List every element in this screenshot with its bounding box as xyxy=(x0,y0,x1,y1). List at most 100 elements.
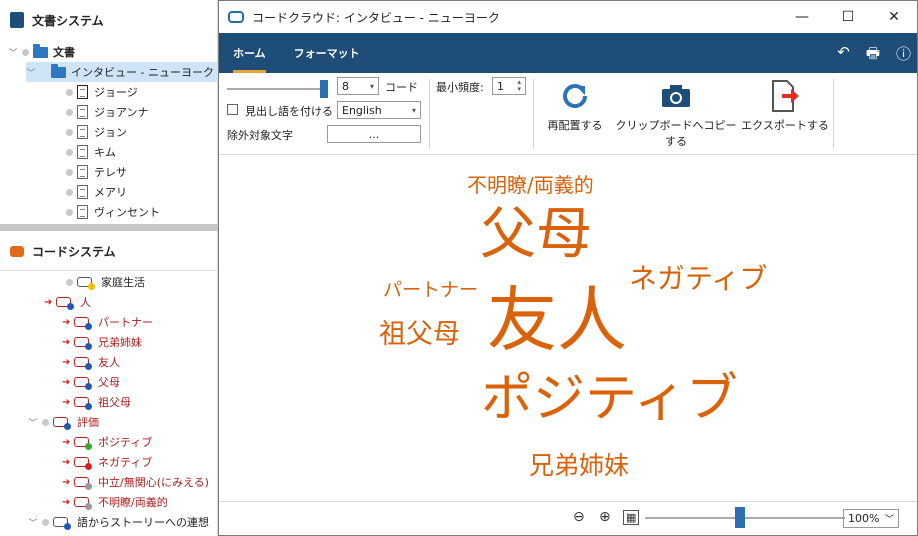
activated-arrow-icon: ➜ xyxy=(62,496,71,508)
chevron-down-icon[interactable]: ﹀ xyxy=(8,46,18,59)
maximize-icon[interactable]: ☐ xyxy=(825,9,871,25)
exclude-button-label: ... xyxy=(368,127,380,141)
tree-document[interactable]: キム xyxy=(66,142,116,162)
undo-icon[interactable]: ↶ xyxy=(837,43,850,68)
activated-arrow-icon: ➜ xyxy=(62,396,71,408)
cloud-word[interactable]: 祖父母 xyxy=(379,321,460,348)
code-label: 兄弟姉妹 xyxy=(98,336,142,349)
tree-document[interactable]: メアリ xyxy=(66,182,127,202)
code-icon xyxy=(77,277,95,290)
status-dot xyxy=(66,188,73,196)
export-button[interactable]: エクスポートする xyxy=(741,79,829,133)
spinner-arrows-icon[interactable]: ▴ ▾ xyxy=(517,79,521,93)
chevron-down-icon[interactable]: ﹀ xyxy=(28,416,38,429)
code-header-rule xyxy=(0,270,218,271)
code-tree-item[interactable]: ➜ ネガティブ xyxy=(62,452,152,472)
activated-arrow-icon: ➜ xyxy=(62,436,71,448)
zoom-slider-handle[interactable] xyxy=(735,507,745,528)
document-system-header: 文書システム xyxy=(0,0,217,40)
zoom-in-icon[interactable]: ⊕ xyxy=(599,509,611,525)
tree-document[interactable]: ヴィンセント xyxy=(66,202,160,222)
tree-document[interactable]: ジョン xyxy=(66,122,127,142)
code-tree-item[interactable]: ➜ 人 xyxy=(44,292,91,312)
close-icon[interactable]: ✕ xyxy=(871,9,917,25)
status-dot xyxy=(42,518,49,526)
code-tree-item[interactable]: ➜ 中立/無関心(にみえる) xyxy=(62,472,209,492)
tree-docs-group[interactable]: ﹀ インタビュー - ニューヨーク xyxy=(26,62,218,82)
headword-label: 見出し語を付ける xyxy=(245,105,333,118)
status-dot xyxy=(66,148,73,156)
code-label: パートナー xyxy=(98,316,153,329)
chevron-down-icon[interactable]: ﹀ xyxy=(26,66,36,79)
code-color-dot xyxy=(85,363,92,370)
code-tree-item[interactable]: ➜ パートナー xyxy=(62,312,153,332)
code-count-select[interactable]: 8 ▾ xyxy=(337,77,379,95)
code-tree-item[interactable]: ➜ 兄弟姉妹 xyxy=(62,332,142,352)
tab-format[interactable]: フォーマット xyxy=(280,45,374,73)
document-system-icon xyxy=(10,12,24,28)
zoom-100-icon[interactable]: ▦ xyxy=(623,510,640,525)
zoom-value: 100% xyxy=(848,512,880,525)
copy-clipboard-button[interactable]: クリップボードへコピーする xyxy=(613,79,739,149)
document-icon xyxy=(77,125,88,139)
language-select[interactable]: English ▾ xyxy=(337,101,421,119)
zoom-select[interactable]: 100% ﹀ xyxy=(843,509,899,528)
docs-group-label: インタビュー - ニューヨーク xyxy=(71,66,214,79)
status-dot xyxy=(66,88,73,96)
tree-document[interactable]: ジョージ xyxy=(66,82,138,102)
activated-arrow-icon: ➜ xyxy=(62,316,71,328)
code-icon xyxy=(74,457,92,470)
code-label: 父母 xyxy=(98,376,120,389)
cloud-word[interactable]: ポジティブ xyxy=(481,373,738,425)
document-label: キム xyxy=(94,146,116,159)
code-tree-item[interactable]: ➜ 父母 xyxy=(62,372,120,392)
document-system-title: 文書システム xyxy=(32,13,104,28)
cloud-word[interactable]: 友人 xyxy=(487,285,627,355)
cloud-word[interactable]: 父母 xyxy=(480,207,592,263)
document-icon xyxy=(77,105,88,119)
exclude-button[interactable]: ... xyxy=(327,125,421,143)
code-icon xyxy=(74,377,92,390)
code-tree-item[interactable]: ➜ 友人 xyxy=(62,352,120,372)
code-tree-item[interactable]: ➜ ポジティブ xyxy=(62,432,152,452)
tree-document[interactable]: テレサ xyxy=(66,162,127,182)
tab-home[interactable]: ホーム xyxy=(219,45,280,73)
folder-icon xyxy=(33,43,48,58)
code-color-dot xyxy=(85,323,92,330)
zoom-out-icon[interactable]: ⊖ xyxy=(573,509,585,525)
code-tree-item[interactable]: ➜ 祖父母 xyxy=(62,392,131,412)
panel-divider[interactable] xyxy=(0,224,218,231)
cloud-word[interactable]: 不明瞭/両義的 xyxy=(467,175,594,195)
code-color-dot xyxy=(85,483,92,490)
chevron-down-icon: ﹀ xyxy=(884,515,894,525)
cloud-word[interactable]: 兄弟姉妹 xyxy=(529,453,629,478)
headword-checkbox[interactable] xyxy=(227,104,238,115)
code-tree-item[interactable]: ﹀ 語からストーリーへの連想 xyxy=(28,512,209,532)
code-count-slider-track[interactable] xyxy=(227,88,327,90)
zoom-slider-track[interactable] xyxy=(645,517,845,519)
code-label: 人 xyxy=(80,296,91,309)
tree-docs-root[interactable]: ﹀ 文書 xyxy=(8,42,75,62)
rearrange-button[interactable]: 再配置する xyxy=(543,79,607,133)
code-tree-item[interactable]: 家庭生活 xyxy=(62,272,145,292)
code-count-slider-handle[interactable] xyxy=(320,80,328,98)
chevron-down-icon[interactable]: ﹀ xyxy=(28,516,38,529)
min-frequency-spinner[interactable]: 1 ▴ ▾ xyxy=(492,77,526,95)
left-panel: 文書システム ﹀ 文書 ﹀ インタビュー - ニューヨーク ジョージ ジョアンナ… xyxy=(0,0,218,536)
print-icon[interactable]: 🖶 xyxy=(866,43,880,68)
ribbon-separator xyxy=(429,79,430,149)
code-tree-item[interactable]: ﹀ 評価 xyxy=(28,412,99,432)
code-label: 不明瞭/両義的 xyxy=(98,496,168,509)
code-system-title: コードシステム xyxy=(32,244,116,259)
code-tree-item[interactable]: ➜ 不明瞭/両義的 xyxy=(62,492,168,512)
code-label: 中立/無関心(にみえる) xyxy=(98,476,209,489)
code-color-dot xyxy=(85,343,92,350)
cloud-word[interactable]: パートナー xyxy=(383,281,478,300)
code-icon xyxy=(74,317,92,330)
cloud-word[interactable]: ネガティブ xyxy=(629,265,767,293)
exclude-label: 除外対象文字 xyxy=(227,129,293,142)
activated-arrow-icon: ➜ xyxy=(62,376,71,388)
tree-document[interactable]: ジョアンナ xyxy=(66,102,149,122)
info-icon[interactable]: ⓘ xyxy=(896,43,911,68)
minimize-icon[interactable]: — xyxy=(779,9,825,25)
